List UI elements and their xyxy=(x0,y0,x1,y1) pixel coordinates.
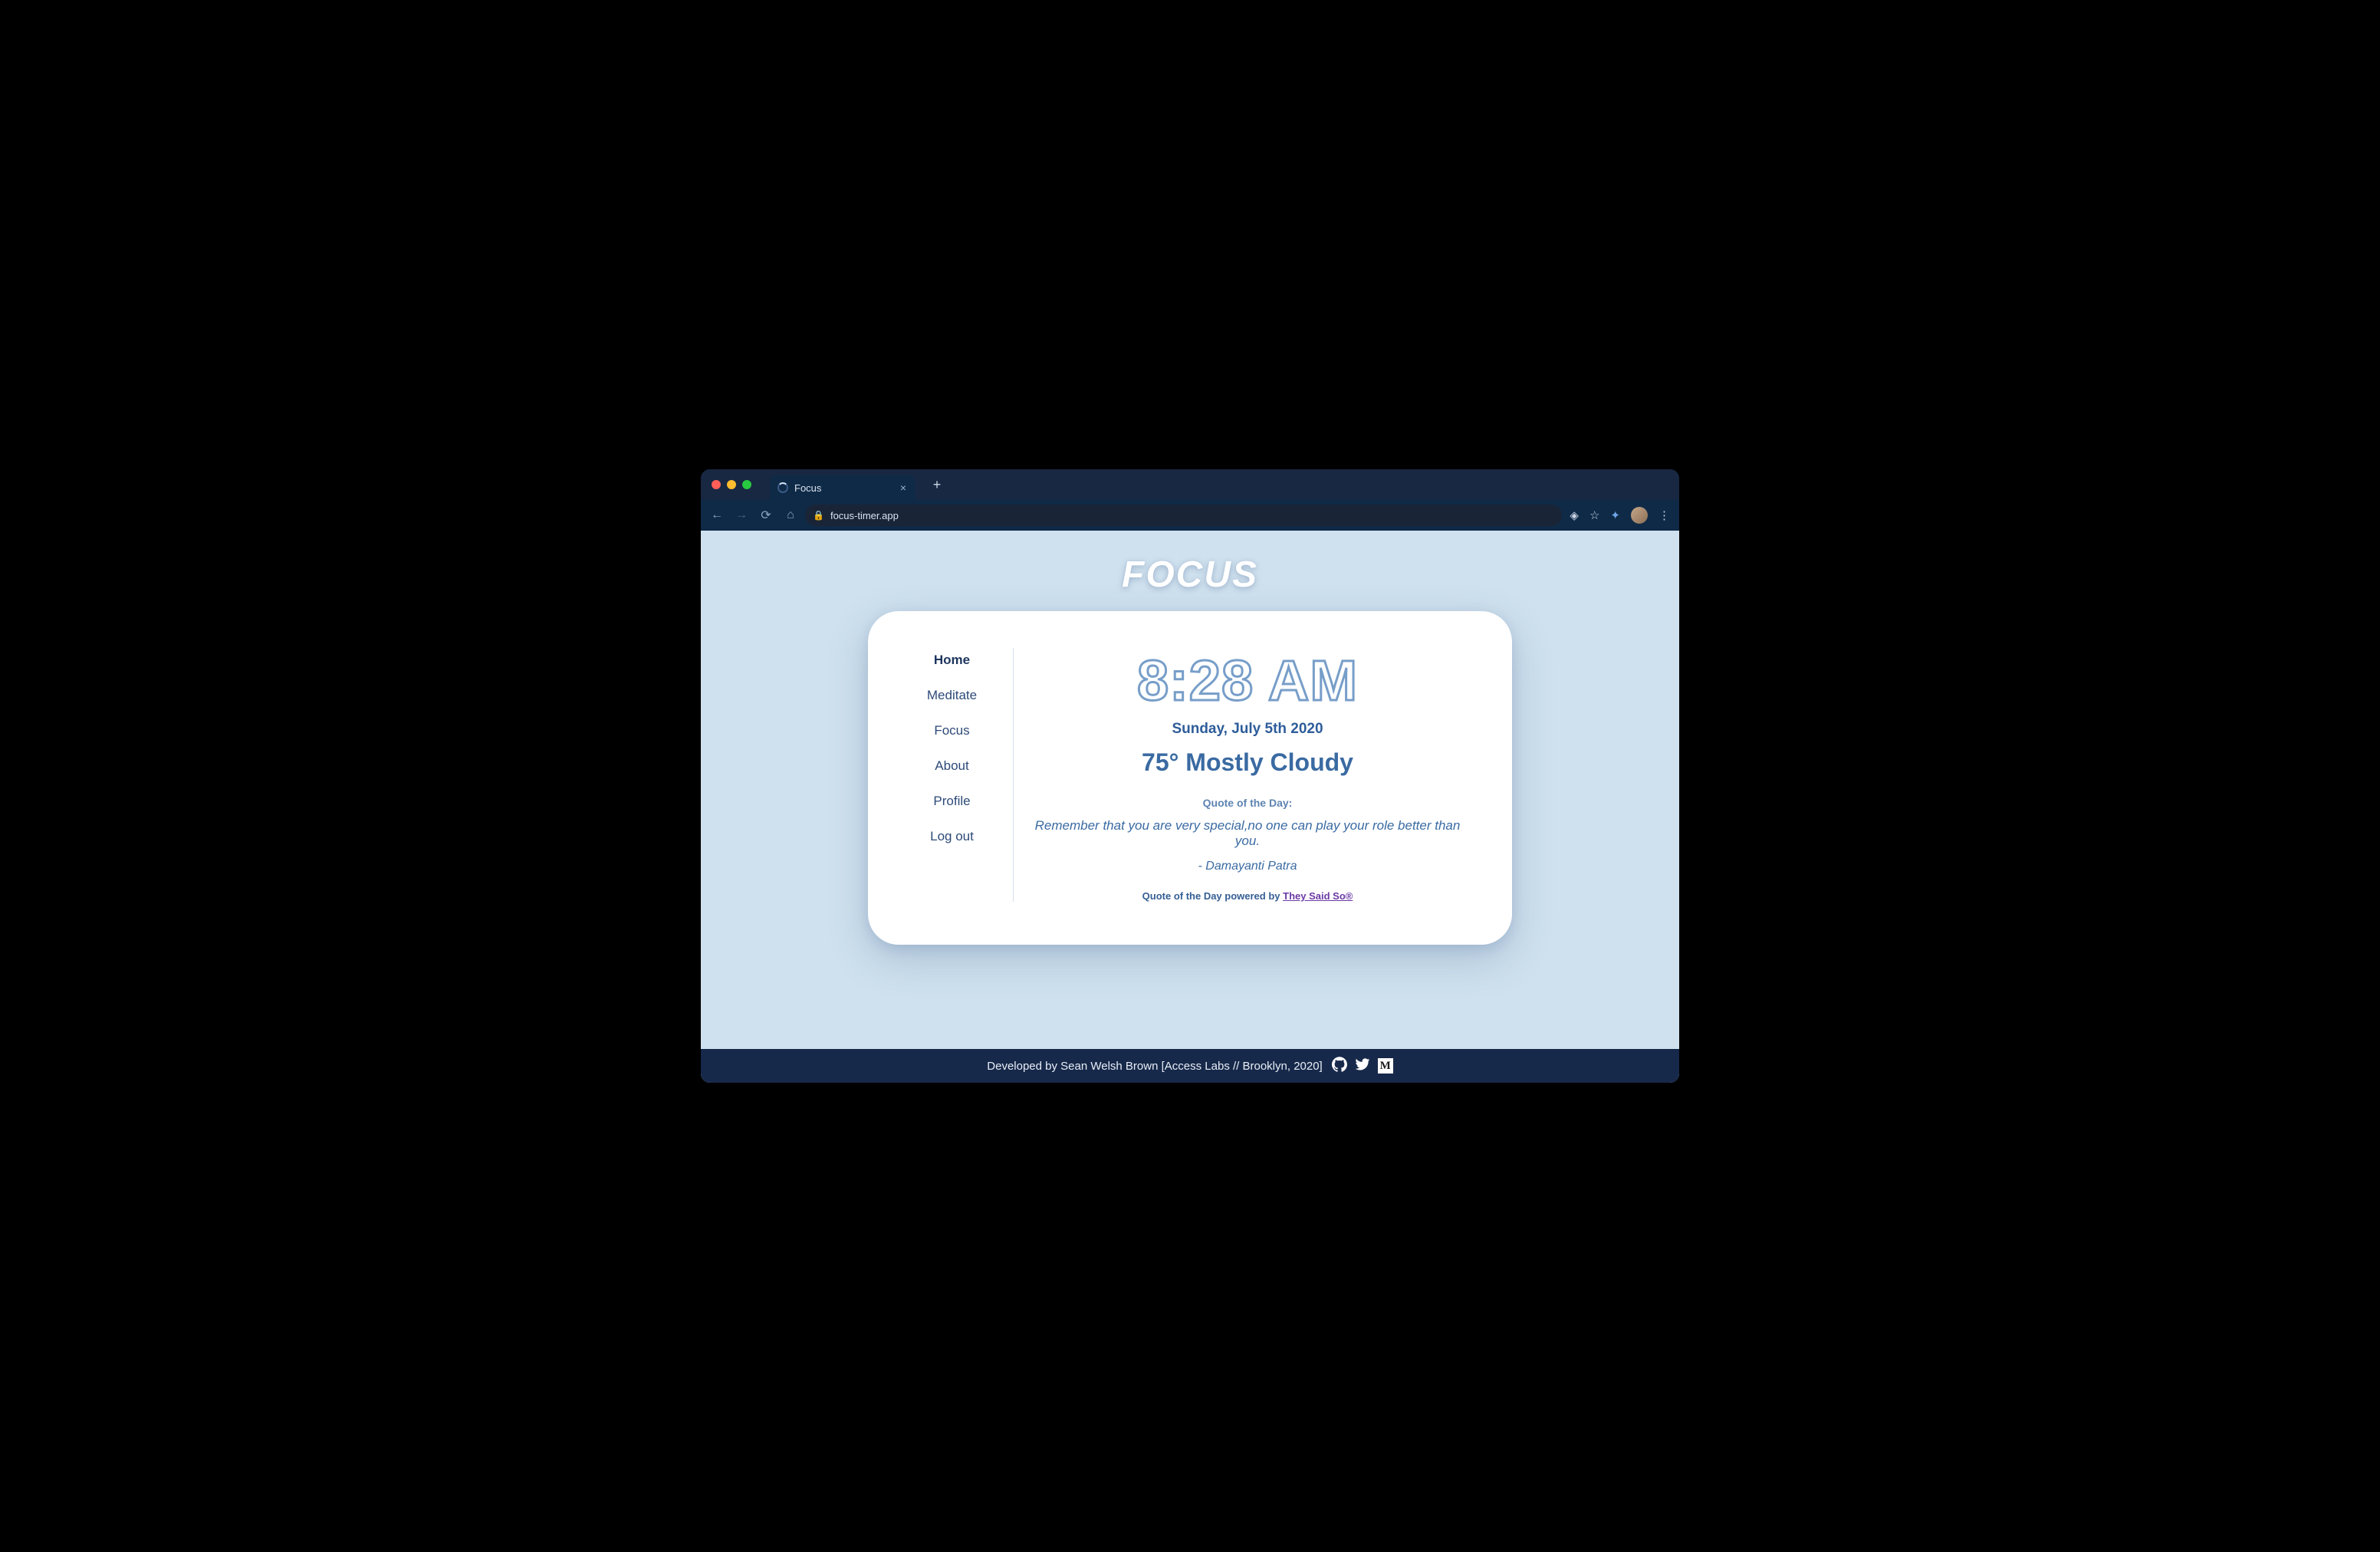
quote-text: Remember that you are very special,no on… xyxy=(1021,818,1474,849)
clock-time: 8:28 AM xyxy=(1021,648,1474,713)
weather-text: 75° Mostly Cloudy xyxy=(1021,748,1474,777)
address-bar[interactable]: 🔒 focus-timer.app xyxy=(805,505,1562,526)
main-card: Home Meditate Focus About Profile Log ou… xyxy=(868,611,1512,945)
bookmark-icon[interactable]: ☆ xyxy=(1589,508,1599,522)
tab-loading-icon xyxy=(777,482,788,493)
maximize-window-button[interactable] xyxy=(742,480,751,489)
sidebar-item-logout[interactable]: Log out xyxy=(899,829,1005,844)
back-button[interactable]: ← xyxy=(710,508,724,523)
page-content: FOCUS Home Meditate Focus About Profile … xyxy=(701,531,1679,1083)
sidebar-item-focus[interactable]: Focus xyxy=(899,723,1005,738)
new-tab-button[interactable]: + xyxy=(926,474,948,495)
quote-attribution: Quote of the Day powered by They Said So… xyxy=(1021,890,1474,902)
lock-icon: 🔒 xyxy=(813,510,824,521)
sidebar-item-meditate[interactable]: Meditate xyxy=(899,688,1005,703)
tab-bar: Focus × + xyxy=(701,469,1679,500)
forward-button[interactable]: → xyxy=(735,508,748,523)
powered-link[interactable]: They Said So® xyxy=(1283,890,1353,902)
profile-avatar[interactable] xyxy=(1631,507,1648,524)
powered-prefix: Quote of the Day powered by xyxy=(1142,890,1283,902)
sidebar: Home Meditate Focus About Profile Log ou… xyxy=(899,648,1014,902)
window-controls xyxy=(712,480,751,489)
site-info-icon[interactable]: ◈ xyxy=(1570,508,1579,522)
home-panel: 8:28 AM Sunday, July 5th 2020 75° Mostly… xyxy=(1014,648,1481,902)
sidebar-item-profile[interactable]: Profile xyxy=(899,794,1005,809)
tab-title: Focus xyxy=(794,482,821,494)
twitter-icon[interactable] xyxy=(1355,1057,1370,1075)
minimize-window-button[interactable] xyxy=(727,480,736,489)
sidebar-item-about[interactable]: About xyxy=(899,758,1005,774)
extensions-icon[interactable]: ✦ xyxy=(1610,508,1620,522)
page-footer: Developed by Sean Welsh Brown [Access La… xyxy=(701,1049,1679,1083)
reload-button[interactable]: ⟳ xyxy=(759,508,773,523)
tab-close-button[interactable]: × xyxy=(900,482,906,493)
quote-label: Quote of the Day: xyxy=(1021,797,1474,809)
menu-icon[interactable]: ⋮ xyxy=(1658,508,1670,522)
browser-window: Focus × + ← → ⟳ ⌂ 🔒 focus-timer.app ◈ ☆ … xyxy=(701,469,1679,1083)
github-icon[interactable] xyxy=(1332,1057,1347,1075)
url-text: focus-timer.app xyxy=(830,510,899,521)
browser-tab[interactable]: Focus × xyxy=(770,475,916,500)
sidebar-item-home[interactable]: Home xyxy=(899,653,1005,668)
close-window-button[interactable] xyxy=(712,480,721,489)
footer-text: Developed by Sean Welsh Brown [Access La… xyxy=(987,1060,1322,1073)
browser-toolbar: ← → ⟳ ⌂ 🔒 focus-timer.app ◈ ☆ ✦ ⋮ xyxy=(701,500,1679,531)
medium-icon[interactable]: M xyxy=(1378,1058,1393,1074)
app-title: FOCUS xyxy=(1122,554,1258,596)
quote-author: - Damayanti Patra xyxy=(1021,860,1474,873)
clock-date: Sunday, July 5th 2020 xyxy=(1021,721,1474,738)
home-button[interactable]: ⌂ xyxy=(784,508,797,523)
